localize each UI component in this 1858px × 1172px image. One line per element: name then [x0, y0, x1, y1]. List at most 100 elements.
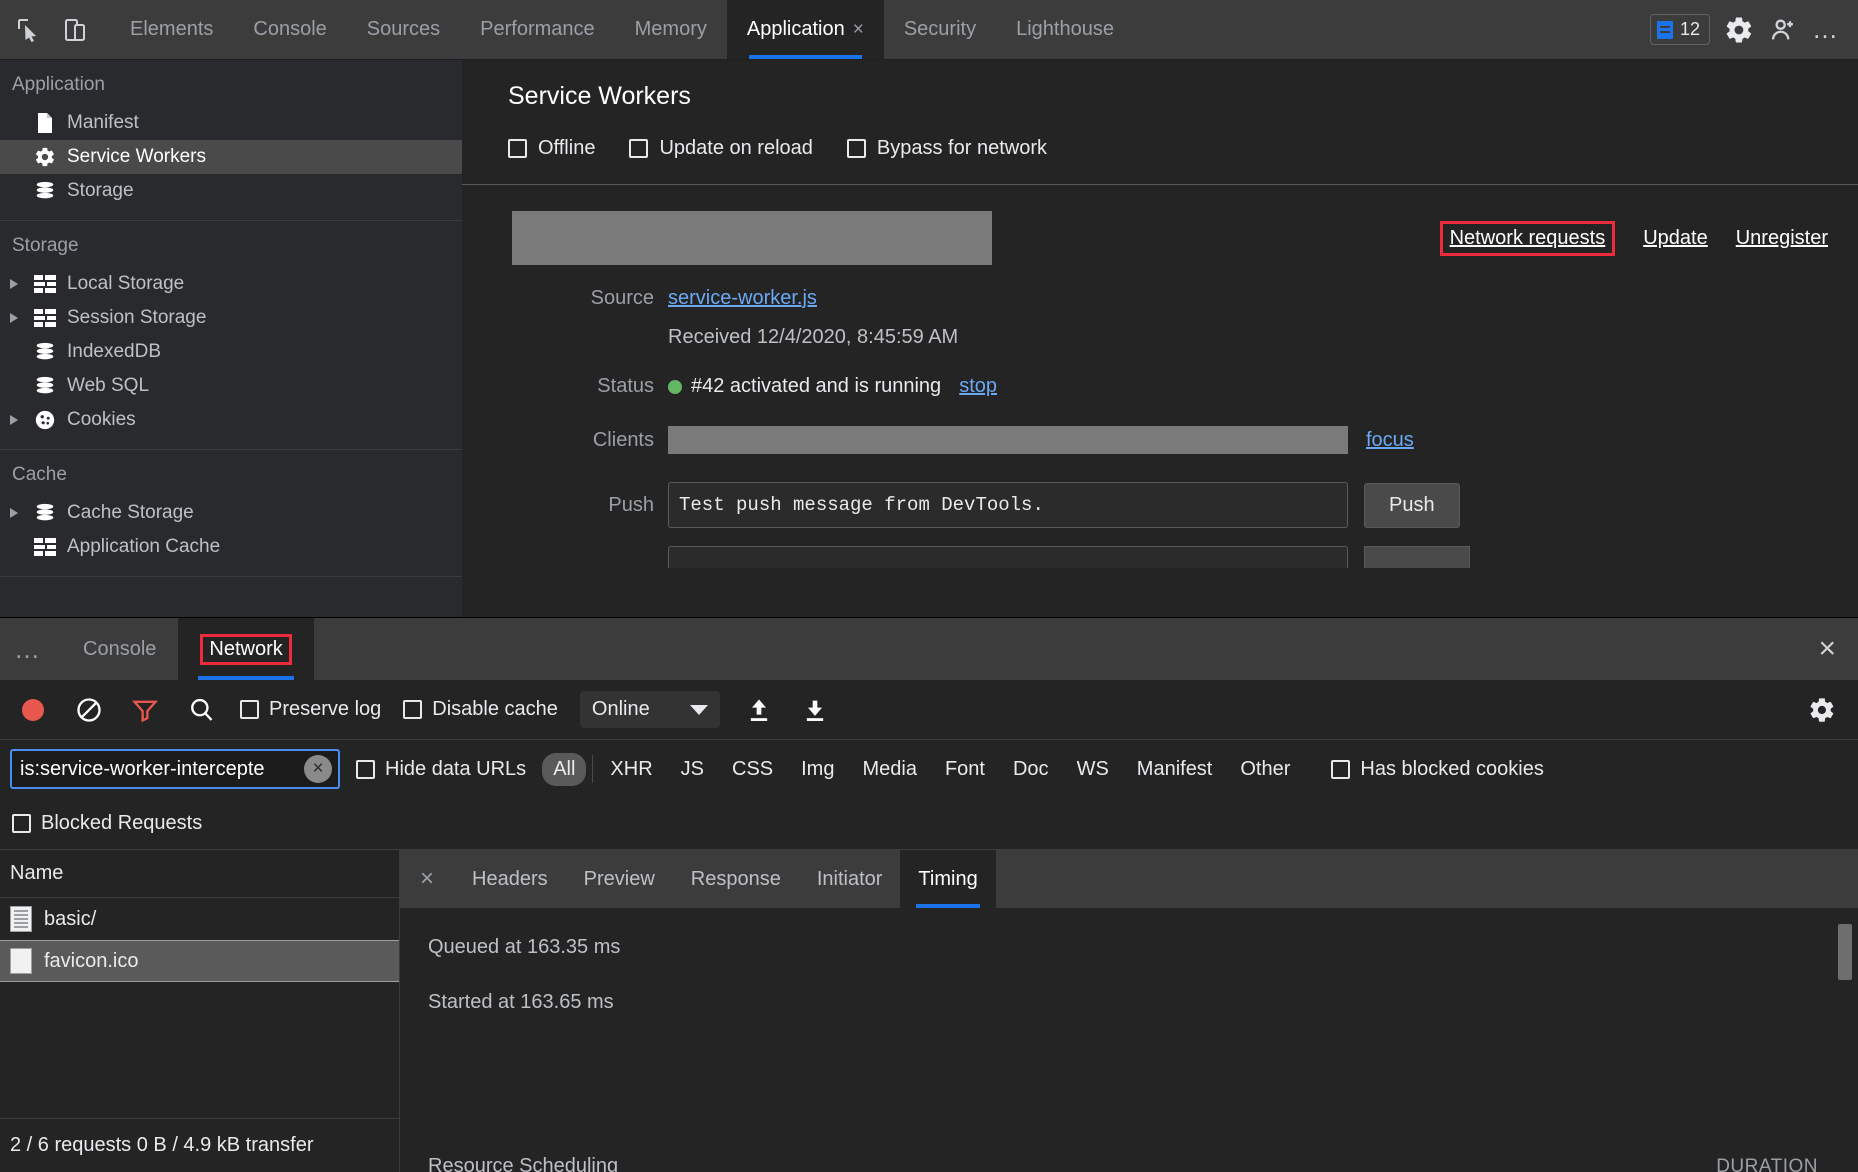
- push-button[interactable]: Push: [1364, 483, 1460, 528]
- chevron-right-icon[interactable]: [10, 415, 18, 425]
- filter-type-doc[interactable]: Doc: [1002, 753, 1060, 786]
- drawer-tabbar: … Console Network ×: [0, 618, 1858, 680]
- tab-performance[interactable]: Performance: [460, 0, 615, 59]
- source-file-link[interactable]: service-worker.js: [668, 287, 817, 310]
- tab-lighthouse[interactable]: Lighthouse: [996, 0, 1134, 59]
- chevron-right-icon[interactable]: [10, 508, 18, 518]
- filter-type-ws[interactable]: WS: [1066, 753, 1120, 786]
- tab-application[interactable]: Application ×: [727, 0, 884, 59]
- hide-data-urls-checkbox[interactable]: Hide data URLs: [356, 758, 526, 781]
- filter-type-js[interactable]: JS: [670, 753, 715, 786]
- chevron-right-icon[interactable]: [10, 313, 18, 323]
- network-settings-gear-icon[interactable]: [1808, 693, 1842, 727]
- chevron-right-icon[interactable]: [10, 279, 18, 289]
- sidebar-item-cache-storage[interactable]: Cache Storage: [0, 496, 462, 530]
- sidebar-item-session-storage[interactable]: Session Storage: [0, 301, 462, 335]
- requests-column-header[interactable]: Name: [0, 850, 399, 898]
- offline-checkbox[interactable]: Offline: [508, 137, 595, 160]
- network-requests-link[interactable]: Network requests: [1440, 221, 1616, 256]
- tab-label: Sources: [367, 18, 440, 41]
- service-workers-panel: Service Workers Offline Update on reload…: [462, 60, 1858, 617]
- detail-tab-label: Initiator: [817, 868, 883, 891]
- tab-elements[interactable]: Elements: [110, 0, 233, 59]
- filter-type-img[interactable]: Img: [790, 753, 845, 786]
- tab-security[interactable]: Security: [884, 0, 996, 59]
- tab-memory[interactable]: Memory: [615, 0, 727, 59]
- filter-type-media[interactable]: Media: [851, 753, 927, 786]
- timing-scrollbar-thumb[interactable]: [1838, 924, 1852, 980]
- detail-tab-initiator[interactable]: Initiator: [799, 850, 901, 908]
- filter-icon[interactable]: [128, 693, 162, 727]
- disable-cache-checkbox[interactable]: Disable cache: [403, 698, 558, 721]
- record-button-icon[interactable]: [16, 693, 50, 727]
- sidebar-item-local-storage[interactable]: Local Storage: [0, 267, 462, 301]
- table-row[interactable]: favicon.ico: [0, 940, 399, 982]
- sidebar-item-storage[interactable]: Storage: [0, 174, 462, 208]
- update-link[interactable]: Update: [1643, 227, 1708, 250]
- sidebar-item-indexeddb[interactable]: IndexedDB: [0, 335, 462, 369]
- sidebar-item-service-workers[interactable]: Service Workers: [0, 140, 462, 174]
- status-label: Status: [462, 375, 668, 398]
- filter-type-manifest[interactable]: Manifest: [1126, 753, 1224, 786]
- device-toolbar-icon[interactable]: [60, 15, 90, 45]
- clear-icon[interactable]: [72, 693, 106, 727]
- close-icon[interactable]: ×: [853, 20, 864, 39]
- sync-row-partial: [462, 546, 1858, 568]
- drawer-tab-console[interactable]: Console: [61, 618, 178, 680]
- preserve-log-checkbox[interactable]: Preserve log: [240, 698, 381, 721]
- detail-tab-timing[interactable]: Timing: [900, 850, 995, 908]
- unregister-link[interactable]: Unregister: [1736, 227, 1828, 250]
- has-blocked-cookies-checkbox[interactable]: Has blocked cookies: [1331, 758, 1543, 781]
- sync-tag-input[interactable]: [668, 546, 1348, 568]
- drawer-tab-network[interactable]: Network: [178, 618, 313, 680]
- push-message-input[interactable]: Test push message from DevTools.: [668, 482, 1348, 528]
- detail-tab-response[interactable]: Response: [673, 850, 799, 908]
- database-icon: [34, 502, 56, 524]
- sidebar-group-application: Application: [0, 60, 462, 106]
- detail-tab-headers[interactable]: Headers: [454, 850, 566, 908]
- clear-filter-icon[interactable]: ×: [304, 755, 332, 783]
- drawer-close-icon[interactable]: ×: [1818, 618, 1858, 680]
- sidebar-item-web-sql[interactable]: Web SQL: [0, 369, 462, 403]
- filter-type-css[interactable]: CSS: [721, 753, 784, 786]
- detail-tab-label: Response: [691, 868, 781, 891]
- tab-label: Security: [904, 18, 976, 41]
- filter-type-font[interactable]: Font: [934, 753, 996, 786]
- blocked-requests-checkbox[interactable]: Blocked Requests: [12, 812, 202, 835]
- tab-sources[interactable]: Sources: [347, 0, 460, 59]
- tab-label: Elements: [130, 18, 213, 41]
- detail-tab-preview[interactable]: Preview: [566, 850, 673, 908]
- tab-console[interactable]: Console: [233, 0, 346, 59]
- received-row: Received 12/4/2020, 8:45:59 AM: [462, 326, 1858, 349]
- bypass-for-network-checkbox[interactable]: Bypass for network: [847, 137, 1047, 160]
- upload-icon[interactable]: [742, 693, 776, 727]
- checkbox-label: Bypass for network: [877, 137, 1047, 160]
- issues-badge[interactable]: 12: [1650, 14, 1710, 45]
- filter-input[interactable]: is:service-worker-intercepte ×: [10, 749, 340, 789]
- search-icon[interactable]: [184, 693, 218, 727]
- gear-icon[interactable]: [1724, 15, 1754, 45]
- push-label: Push: [462, 494, 668, 517]
- filter-type-xhr[interactable]: XHR: [599, 753, 663, 786]
- sidebar-item-application-cache[interactable]: Application Cache: [0, 530, 462, 564]
- filter-type-other[interactable]: Other: [1229, 753, 1301, 786]
- close-icon[interactable]: ×: [400, 850, 454, 908]
- table-row[interactable]: basic/: [0, 898, 399, 940]
- sync-button[interactable]: [1364, 546, 1470, 568]
- sidebar-item-label: Service Workers: [67, 146, 206, 168]
- sidebar-item-manifest[interactable]: Manifest: [0, 106, 462, 140]
- profile-icon[interactable]: [1768, 15, 1798, 45]
- throttling-select[interactable]: Online: [580, 691, 720, 728]
- update-on-reload-checkbox[interactable]: Update on reload: [629, 137, 812, 160]
- sidebar-item-cookies[interactable]: Cookies: [0, 403, 462, 437]
- download-icon[interactable]: [798, 693, 832, 727]
- filter-type-all[interactable]: All: [542, 753, 586, 786]
- tab-label: Application: [747, 18, 845, 41]
- inspect-element-icon[interactable]: [14, 15, 44, 45]
- checkbox-box: [12, 814, 31, 833]
- more-options-icon[interactable]: …: [1812, 23, 1840, 36]
- stop-link[interactable]: stop: [959, 375, 997, 398]
- table-icon: [34, 273, 56, 295]
- drawer-more-icon[interactable]: …: [0, 618, 61, 680]
- focus-link[interactable]: focus: [1366, 429, 1414, 452]
